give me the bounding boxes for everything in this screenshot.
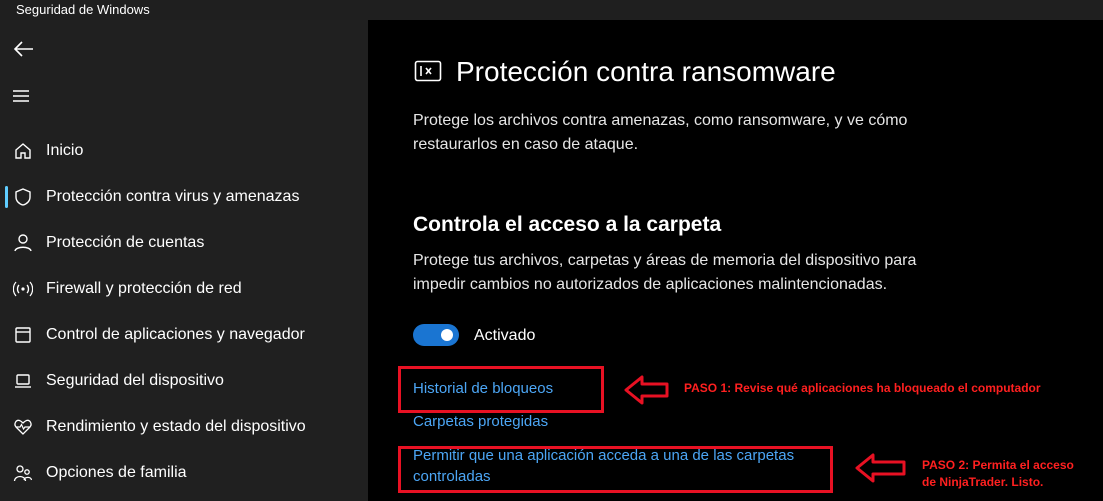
sidebar-item-label: Opciones de familia [46, 464, 187, 481]
sidebar: Inicio Protección contra virus y amenaza… [0, 20, 368, 501]
controlled-folder-access-toggle[interactable] [413, 324, 459, 346]
toggle-knob [441, 329, 453, 341]
toggle-label: Activado [474, 327, 536, 344]
ransomware-folder-icon [414, 60, 442, 82]
menu-icon[interactable] [12, 90, 32, 102]
page-description-line: restaurarlos en caso de ataque. [413, 136, 639, 153]
section-description-line: Protege tus archivos, carpetas y áreas d… [413, 252, 917, 269]
step2-annotation-line: de NinjaTrader. Listo. [922, 475, 1044, 489]
page-description-line: Protege los archivos contra amenazas, co… [413, 112, 908, 129]
person-icon [14, 234, 32, 252]
family-icon [13, 465, 33, 482]
window-title: Seguridad de Windows [16, 2, 150, 17]
laptop-icon [15, 374, 31, 388]
protected-folders-link[interactable]: Carpetas protegidas [413, 411, 548, 432]
sidebar-item-label: Protección de cuentas [46, 234, 205, 251]
sidebar-item-device-security[interactable]: Seguridad del dispositivo [0, 361, 368, 401]
section-description: Protege tus archivos, carpetas y áreas d… [413, 249, 916, 297]
section-description-line: impedir cambios no autorizados de aplica… [413, 276, 888, 293]
sidebar-item-label: Seguridad del dispositivo [46, 372, 224, 389]
page-title: Protección contra ransomware [456, 56, 836, 87]
step2-arrow-icon [855, 453, 906, 483]
section-title: Controla el acceso a la carpeta [413, 213, 722, 236]
heart-pulse-icon [14, 419, 32, 435]
step2-highlight-box [398, 446, 833, 493]
wifi-broadcast-icon [13, 281, 33, 297]
sidebar-item-family-options[interactable]: Opciones de familia [0, 453, 368, 493]
sidebar-item-account-protection[interactable]: Protección de cuentas [0, 223, 368, 263]
title-bar: Seguridad de Windows [0, 0, 1103, 20]
step1-highlight-box [398, 366, 604, 413]
sidebar-item-inicio[interactable]: Inicio [0, 131, 368, 171]
sidebar-item-label: Rendimiento y estado del dispositivo [46, 418, 306, 435]
sidebar-item-firewall[interactable]: Firewall y protección de red [0, 269, 368, 309]
page-description: Protege los archivos contra amenazas, co… [413, 109, 907, 157]
sidebar-item-device-performance[interactable]: Rendimiento y estado del dispositivo [0, 407, 368, 447]
step2-annotation-line: PASO 2: Permita el acceso [922, 458, 1074, 472]
back-arrow-icon[interactable] [12, 40, 34, 58]
shield-icon [15, 188, 31, 206]
sidebar-item-app-browser-control[interactable]: Control de aplicaciones y navegador [0, 315, 368, 355]
sidebar-item-label: Firewall y protección de red [46, 280, 242, 297]
home-icon [15, 143, 31, 159]
main-content: Protección contra ransomware Protege los… [368, 20, 1103, 501]
sidebar-item-virus-protection[interactable]: Protección contra virus y amenazas [0, 177, 368, 217]
app-window-icon [15, 327, 31, 343]
sidebar-item-label: Control de aplicaciones y navegador [46, 326, 305, 343]
step2-annotation: PASO 2: Permita el acceso de NinjaTrader… [922, 457, 1074, 491]
step1-arrow-icon [624, 375, 669, 405]
sidebar-item-label: Protección contra virus y amenazas [46, 188, 300, 205]
step1-annotation: PASO 1: Revise qué aplicaciones ha bloqu… [684, 381, 1041, 395]
sidebar-item-label: Inicio [46, 142, 84, 159]
selected-indicator [5, 186, 8, 208]
